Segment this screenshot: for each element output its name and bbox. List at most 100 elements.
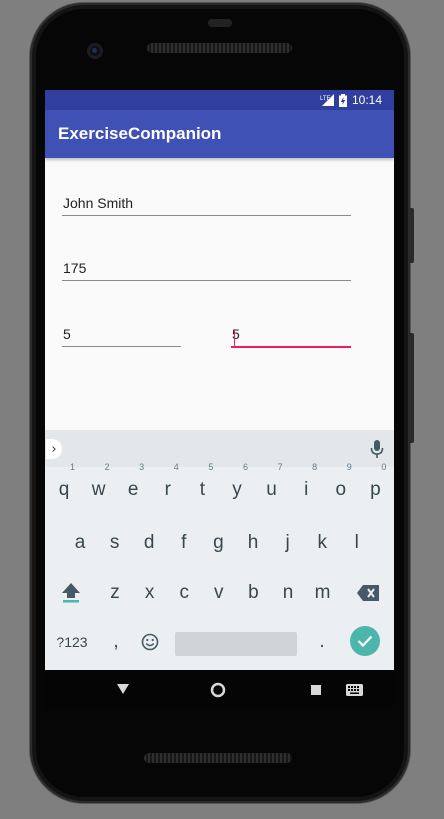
key-label: k (317, 532, 327, 553)
key-k[interactable]: k (305, 523, 339, 563)
device-screen: LTE 10:14 ExerciseCompanion John Smith 1… (45, 90, 394, 670)
key-m[interactable]: m (306, 573, 340, 613)
back-icon[interactable] (117, 684, 129, 695)
key-h[interactable]: h (236, 523, 270, 563)
key-t[interactable]: t5 (185, 462, 219, 510)
app-bar: ExerciseCompanion (45, 110, 394, 158)
home-icon[interactable] (210, 682, 226, 698)
text-cursor (234, 330, 235, 346)
key-o[interactable]: o9 (324, 462, 358, 510)
key-label: l (354, 532, 359, 553)
emoji-icon (141, 633, 159, 651)
key-label: u (266, 479, 277, 500)
battery-charging-icon (338, 93, 347, 107)
key-label: s (109, 532, 120, 553)
height-field-value: 175 (63, 260, 87, 276)
backspace-icon (357, 585, 379, 601)
period-key[interactable]: . (305, 622, 339, 662)
shift-icon (62, 583, 80, 603)
key-hint: 8 (312, 462, 318, 472)
key-x[interactable]: x (133, 573, 167, 613)
key-r[interactable]: r4 (151, 462, 185, 510)
top-speaker-grille (147, 43, 292, 53)
front-camera (87, 43, 103, 59)
svg-text:LTE: LTE (320, 96, 331, 102)
check-icon (357, 635, 373, 648)
key-f[interactable]: f (167, 523, 201, 563)
key-hint: 0 (381, 462, 387, 472)
key-label: r (164, 479, 171, 500)
key-label: z (110, 582, 120, 603)
key-row-3: z x c v b nm (45, 573, 394, 613)
key-a[interactable]: a (63, 523, 97, 563)
backspace-key[interactable] (351, 573, 385, 613)
key-g[interactable]: g (201, 523, 235, 563)
key-b[interactable]: b (236, 573, 270, 613)
lte-signal-icon: LTE (320, 94, 334, 106)
key-label: t (199, 479, 206, 500)
key-z[interactable]: z (98, 573, 132, 613)
key-row-4: ?123 , . (45, 622, 394, 662)
key-hint: 5 (208, 462, 214, 472)
key-hint: 3 (139, 462, 145, 472)
key-label: m (314, 582, 331, 603)
key-label: w (91, 479, 106, 500)
key-i[interactable]: i8 (289, 462, 323, 510)
keyboard-switch-icon[interactable] (346, 684, 363, 696)
earpiece (208, 19, 232, 27)
clock: 10:14 (351, 93, 382, 107)
bottom-speaker-grille (144, 753, 292, 763)
number-field-right[interactable]: 5 (231, 322, 351, 348)
shift-key[interactable] (54, 573, 88, 613)
key-label: o (335, 479, 347, 500)
key-hint: 9 (346, 462, 352, 472)
key-label: d (143, 532, 155, 553)
microphone-icon[interactable] (370, 439, 384, 459)
enter-key[interactable] (350, 626, 380, 656)
name-field[interactable]: John Smith (62, 191, 351, 216)
key-u[interactable]: u7 (255, 462, 289, 510)
key-p[interactable]: p0 (358, 462, 392, 510)
comma-key[interactable]: , (99, 622, 133, 662)
app-title: ExerciseCompanion (58, 124, 222, 143)
key-label: b (248, 582, 259, 603)
key-label: c (179, 582, 189, 603)
key-hint: 6 (242, 462, 248, 472)
number-field-left[interactable]: 5 (62, 322, 181, 347)
key-y[interactable]: y6 (220, 462, 254, 510)
status-bar: LTE 10:14 (45, 90, 394, 110)
key-label: h (247, 532, 259, 553)
key-label: x (144, 582, 155, 603)
recents-icon[interactable] (311, 685, 321, 695)
suggestion-bar: › (45, 430, 394, 467)
key-w[interactable]: w2 (82, 462, 116, 510)
key-label: v (214, 582, 224, 603)
key-v[interactable]: v (202, 573, 236, 613)
key-label: a (74, 532, 86, 553)
soft-keyboard: › q1w2e3r4t5y6u7i8o9p0 asdfghjkl z x c v… (45, 430, 394, 670)
key-hint: 7 (277, 462, 283, 472)
key-label: e (127, 479, 139, 500)
symbols-key[interactable]: ?123 (53, 622, 91, 662)
key-label: g (213, 532, 224, 553)
key-e[interactable]: e3 (116, 462, 150, 510)
key-d[interactable]: d (132, 523, 166, 563)
space-bar[interactable] (175, 632, 297, 656)
number-field-right-value: 5 (232, 326, 240, 346)
key-hint: 1 (69, 462, 75, 472)
key-label: i (304, 479, 309, 500)
key-j[interactable]: j (271, 523, 305, 563)
key-l[interactable]: l (340, 523, 374, 563)
height-field[interactable]: 175 (62, 256, 351, 281)
power-button (410, 333, 414, 443)
emoji-key[interactable] (133, 622, 167, 662)
chevron-right-icon[interactable]: › (46, 439, 62, 459)
key-c[interactable]: c (167, 573, 201, 613)
key-label: f (181, 532, 187, 553)
key-s[interactable]: s (98, 523, 132, 563)
key-row-2: asdfghjkl (45, 523, 394, 563)
key-n[interactable]: n (271, 573, 305, 613)
key-label: j (285, 532, 290, 553)
number-field-left-value: 5 (63, 326, 71, 342)
key-q[interactable]: q1 (47, 462, 81, 510)
